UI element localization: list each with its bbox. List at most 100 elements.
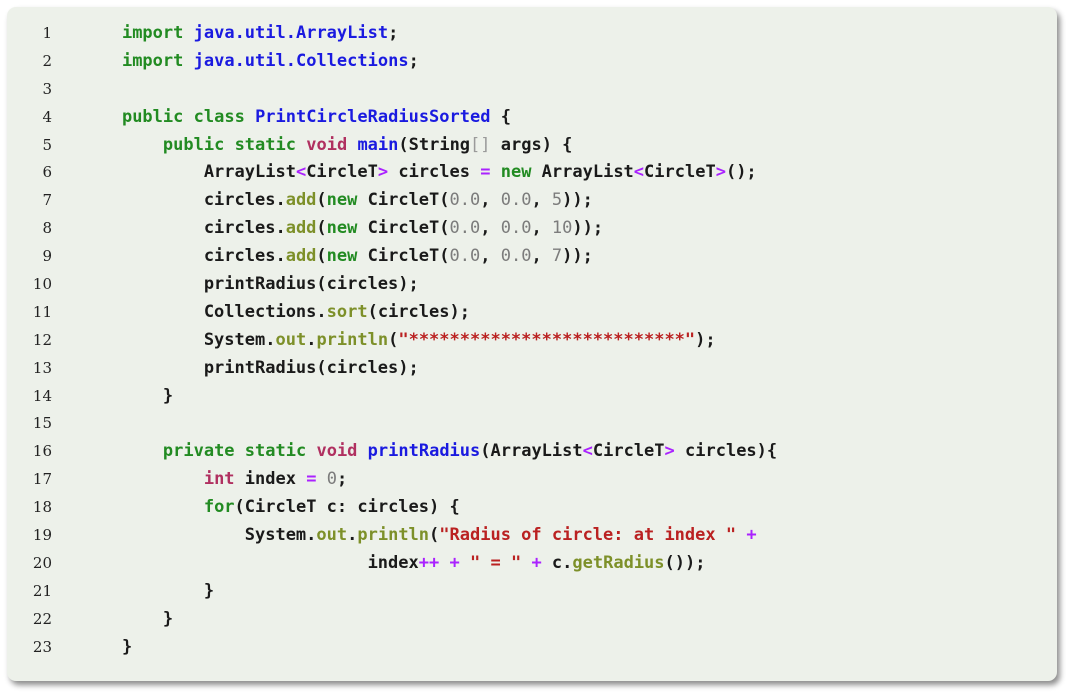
code-token: }: [81, 636, 133, 657]
code-line: 22 }: [7, 606, 1057, 634]
code-token: System.: [81, 329, 276, 350]
code-token: println: [316, 329, 389, 350]
line-number: 6: [42, 163, 52, 182]
code-token: circles){: [674, 441, 778, 462]
code-token: (circles);: [367, 301, 470, 322]
code-token: (: [316, 218, 327, 239]
code-text: public class PrintCircleRadiusSorted {: [81, 104, 511, 132]
code-line: 19 System.out.println("Radius of circle:…: [7, 522, 1057, 550]
code-text: }: [81, 578, 214, 606]
code-token: circles.: [81, 190, 286, 211]
code-token: import: [121, 50, 184, 71]
code-token: ;: [336, 469, 348, 490]
code-line: 12 System.out.println("*****************…: [7, 327, 1057, 355]
code-text: circles.add(new CircleT(0.0, 0.0, 10));: [81, 215, 603, 243]
code-token: static: [234, 134, 296, 155]
code-token: <: [295, 162, 307, 183]
code-token: add: [285, 246, 317, 267]
code-token: out: [275, 329, 307, 350]
line-number: 13: [32, 358, 52, 377]
code-text: private static void printRadius(ArrayLis…: [81, 438, 777, 466]
line-number: 21: [32, 581, 52, 600]
code-token: =: [480, 162, 491, 183]
code-token: >: [715, 162, 726, 183]
code-token: +: [746, 525, 757, 546]
code-token: java.util.ArrayList: [193, 23, 389, 43]
line-number: 10: [32, 275, 52, 294]
code-token: );: [695, 329, 716, 350]
code-line: 23 }: [7, 634, 1057, 662]
line-number: 4: [42, 107, 52, 126]
code-token: =: [306, 469, 317, 490]
code-text: import java.util.Collections;: [81, 48, 419, 76]
line-number: 23: [32, 637, 52, 656]
code-token: ,: [531, 190, 552, 211]
code-text: public static void main(String[] args) {: [81, 132, 573, 160]
code-token: ArrayList: [531, 162, 634, 183]
code-token: 10: [551, 218, 573, 239]
code-token: System.: [81, 525, 317, 546]
code-token: ,: [480, 218, 501, 239]
code-token: (String: [398, 134, 471, 155]
code-token: 0.0: [449, 246, 481, 267]
code-token: printRadius(circles);: [81, 357, 419, 378]
code-line: 9 circles.add(new CircleT(0.0, 0.0, 7));: [7, 243, 1057, 271]
line-number: 2: [42, 51, 52, 70]
line-number: 22: [32, 609, 52, 628]
code-token: }: [81, 580, 215, 601]
code-token: ArrayList: [81, 162, 296, 183]
code-line: 1 import java.util.ArrayList;: [7, 20, 1057, 48]
code-text: ArrayList<CircleT> circles = new ArrayLi…: [81, 159, 757, 187]
code-token: >: [377, 162, 389, 183]
line-number: 14: [32, 386, 52, 405]
code-line: 5 public static void main(String[] args)…: [7, 132, 1057, 160]
code-token: circles: [388, 162, 481, 183]
code-line: 10 printRadius(circles);: [7, 271, 1057, 299]
code-text: circles.add(new CircleT(0.0, 0.0, 5));: [81, 187, 593, 215]
code-token: (CircleT c: circles) {: [234, 497, 460, 518]
code-text: }: [81, 383, 173, 411]
line-number: 8: [42, 219, 52, 238]
code-text: System.out.println("Radius of circle: at…: [81, 522, 757, 550]
code-token: .: [306, 329, 317, 350]
code-line: 6 ArrayList<CircleT> circles = new Array…: [7, 159, 1057, 187]
code-token: 0.0: [500, 246, 532, 267]
code-token: ,: [531, 218, 552, 239]
code-token: PrintCircleRadiusSorted: [255, 106, 491, 127]
code-token: circles.: [81, 246, 286, 267]
code-token: CircleT: [592, 441, 665, 462]
code-token: CircleT(: [357, 190, 450, 211]
code-token: ));: [572, 218, 604, 239]
code-token: out: [316, 525, 348, 546]
code-token: }: [81, 608, 174, 629]
code-token: 0.0: [449, 218, 481, 239]
code-token: ++: [418, 552, 440, 573]
code-token: printRadius: [367, 441, 481, 462]
code-token: 7: [551, 246, 563, 267]
code-token: add: [285, 190, 317, 211]
code-text: import java.util.ArrayList;: [81, 20, 398, 48]
line-number: 5: [42, 135, 52, 154]
code-token: c.: [541, 552, 573, 573]
code-token: +: [531, 552, 542, 573]
code-token: public: [121, 106, 184, 127]
code-token: circles.: [81, 218, 286, 239]
code-text: printRadius(circles);: [81, 355, 419, 383]
code-token: 0: [326, 469, 337, 490]
code-token: ,: [480, 190, 501, 211]
code-line: 3: [7, 76, 1057, 104]
code-token: index: [234, 469, 307, 490]
code-token: >: [664, 441, 675, 462]
